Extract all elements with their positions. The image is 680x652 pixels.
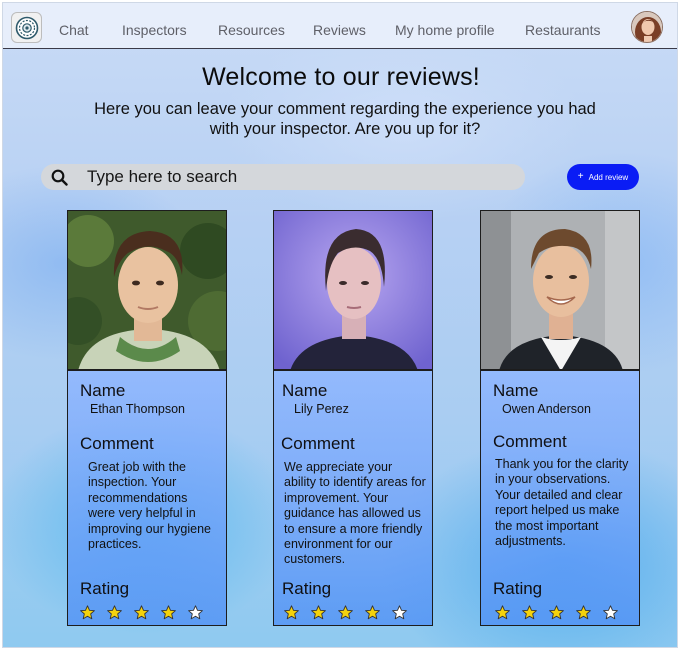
star-filled-icon[interactable] bbox=[576, 605, 591, 620]
star-rating[interactable] bbox=[495, 605, 618, 620]
review-card: Name Owen Anderson Comment Thank you for… bbox=[480, 370, 640, 626]
rating-label: Rating bbox=[282, 579, 332, 598]
reviewer-name: Lily Perez bbox=[294, 402, 349, 416]
nav-link-chat[interactable]: Chat bbox=[59, 22, 89, 38]
star-rating[interactable] bbox=[80, 605, 203, 620]
star-filled-icon[interactable] bbox=[284, 605, 299, 620]
user-avatar[interactable] bbox=[631, 11, 663, 43]
star-rating[interactable] bbox=[284, 605, 407, 620]
app-logo-icon[interactable] bbox=[11, 12, 42, 43]
star-filled-icon[interactable] bbox=[161, 605, 176, 620]
plus-icon: + bbox=[577, 171, 584, 182]
nav-link-my-home-profile[interactable]: My home profile bbox=[395, 22, 495, 38]
nav-link-inspectors[interactable]: Inspectors bbox=[122, 22, 187, 38]
nav-link-restaurants[interactable]: Restaurants bbox=[525, 22, 600, 38]
top-nav: Chat Inspectors Resources Reviews My hom… bbox=[3, 3, 677, 49]
app-frame: Chat Inspectors Resources Reviews My hom… bbox=[2, 2, 678, 648]
star-filled-icon[interactable] bbox=[365, 605, 380, 620]
nav-link-reviews[interactable]: Reviews bbox=[313, 22, 366, 38]
search-icon[interactable] bbox=[51, 169, 68, 191]
star-empty-icon[interactable] bbox=[392, 605, 407, 620]
star-filled-icon[interactable] bbox=[107, 605, 122, 620]
rating-label: Rating bbox=[80, 579, 130, 598]
star-filled-icon[interactable] bbox=[522, 605, 537, 620]
search-input[interactable] bbox=[87, 166, 507, 188]
star-empty-icon[interactable] bbox=[188, 605, 203, 620]
reviewer-photo bbox=[67, 210, 227, 370]
rating-label: Rating bbox=[493, 579, 543, 598]
review-card: Name Ethan Thompson Comment Great job wi… bbox=[67, 370, 227, 626]
star-empty-icon[interactable] bbox=[603, 605, 618, 620]
comment-label: Comment bbox=[493, 432, 567, 451]
add-review-button[interactable]: + Add review bbox=[567, 164, 639, 190]
comment-label: Comment bbox=[80, 434, 154, 453]
name-label: Name bbox=[493, 381, 539, 400]
star-filled-icon[interactable] bbox=[495, 605, 510, 620]
reviewer-name: Owen Anderson bbox=[502, 402, 591, 416]
comment-label: Comment bbox=[281, 434, 355, 453]
add-review-label: Add review bbox=[588, 172, 629, 182]
star-filled-icon[interactable] bbox=[549, 605, 564, 620]
star-filled-icon[interactable] bbox=[80, 605, 95, 620]
review-card: Name Lily Perez Comment We appreciate yo… bbox=[273, 370, 433, 626]
nav-link-resources[interactable]: Resources bbox=[218, 22, 285, 38]
review-comment: Thank you for the clarity in your observ… bbox=[495, 457, 629, 549]
review-comment: Great job with the inspection. Your reco… bbox=[88, 460, 211, 552]
review-comment: We appreciate your ability to identify a… bbox=[284, 460, 426, 567]
star-filled-icon[interactable] bbox=[311, 605, 326, 620]
star-filled-icon[interactable] bbox=[338, 605, 353, 620]
page-title: Welcome to our reviews! bbox=[202, 63, 480, 91]
name-label: Name bbox=[282, 381, 328, 400]
star-filled-icon[interactable] bbox=[134, 605, 149, 620]
reviewer-photo bbox=[273, 210, 433, 370]
search-bar[interactable] bbox=[41, 164, 525, 190]
reviewer-photo bbox=[480, 210, 640, 370]
reviewer-name: Ethan Thompson bbox=[90, 402, 185, 416]
page-subtitle: Here you can leave your comment regardin… bbox=[94, 100, 596, 138]
name-label: Name bbox=[80, 381, 126, 400]
